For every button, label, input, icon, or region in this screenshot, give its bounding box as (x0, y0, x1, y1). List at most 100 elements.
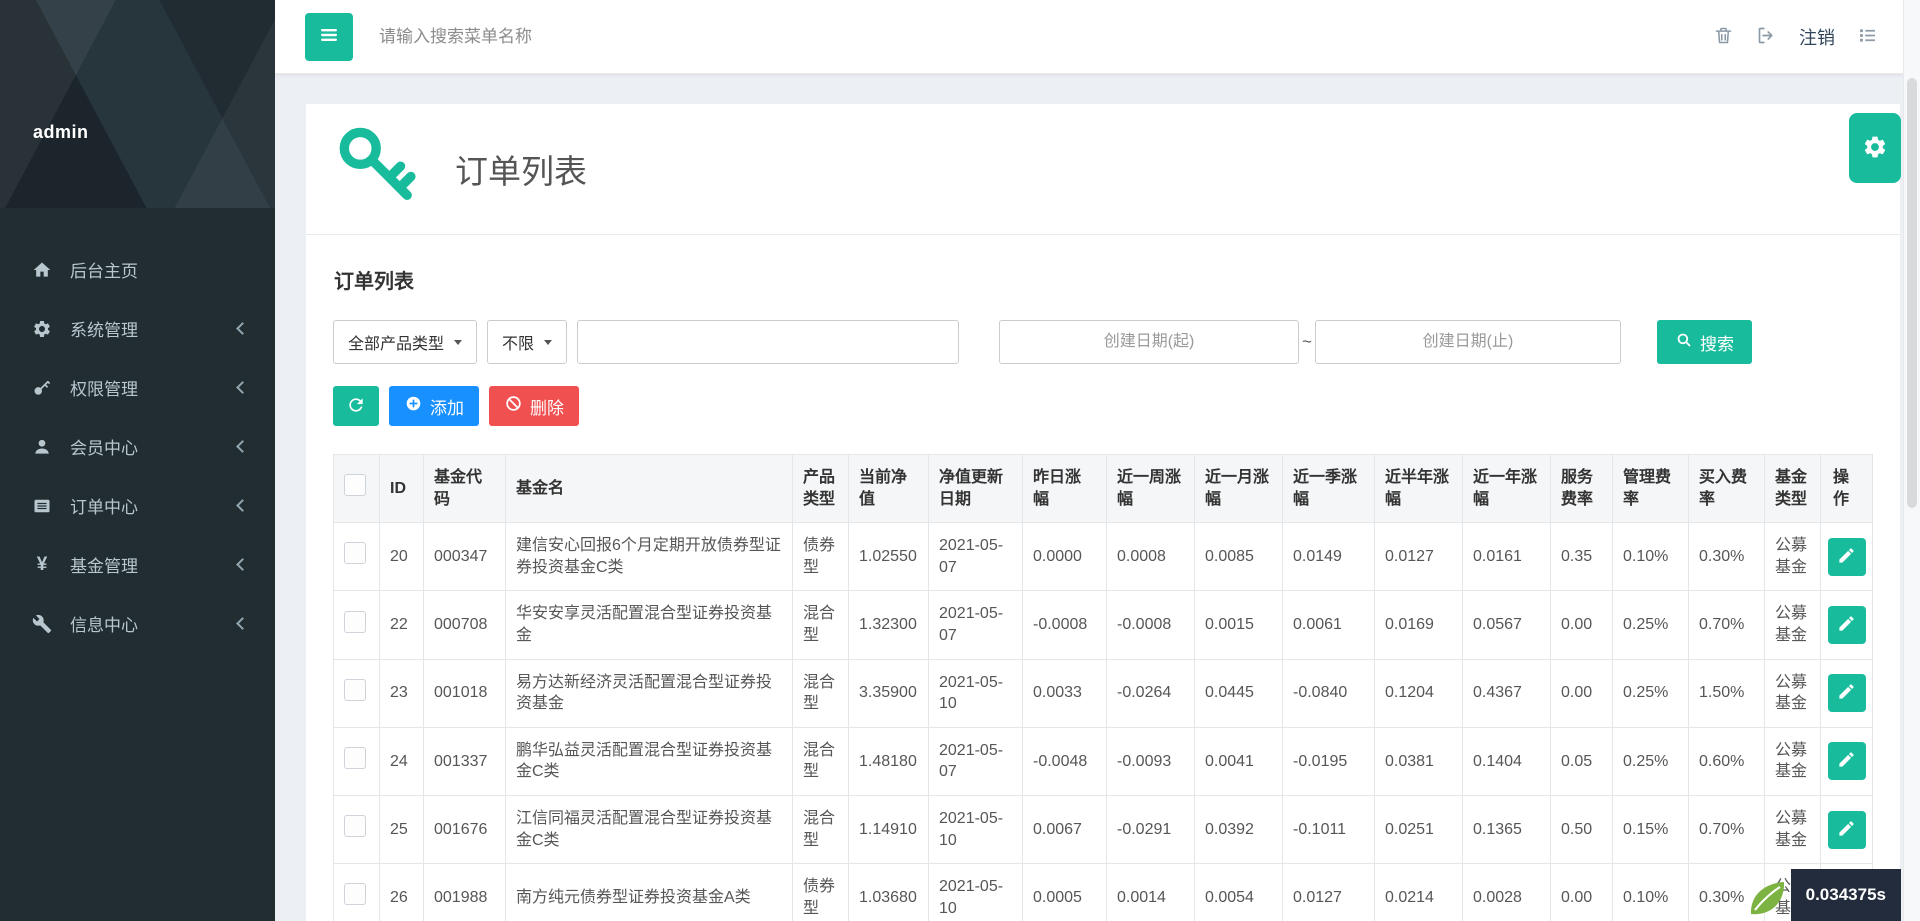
row-checkbox[interactable] (344, 679, 366, 701)
col-nav-update-date: 净值更新日期 (929, 455, 1023, 523)
cell-purchase-fee: 0.70% (1689, 591, 1765, 659)
row-select-cell (334, 864, 380, 921)
row-checkbox[interactable] (344, 815, 366, 837)
row-actions-cell (1821, 727, 1873, 795)
sidebar-item-funds[interactable]: ¥ 基金管理 (0, 535, 275, 594)
sidebar-toggle-button[interactable] (305, 13, 353, 61)
delete-button[interactable]: 删除 (489, 386, 579, 426)
cell-change-yesterday: 0.0033 (1023, 659, 1107, 727)
sidebar-item-home[interactable]: 后台主页 (0, 240, 275, 299)
cell-service-fee: 0.00 (1551, 659, 1613, 727)
sidebar-item-system[interactable]: 系统管理 (0, 299, 275, 358)
cell-nav-update-date: 2021-05-10 (929, 864, 1023, 921)
col-current-nav: 当前净值 (849, 455, 929, 523)
keyword-input[interactable] (577, 320, 959, 364)
search-button[interactable]: 搜索 (1657, 320, 1752, 364)
chevron-left-icon (236, 322, 249, 335)
chevron-left-icon (236, 558, 249, 571)
edit-button[interactable] (1828, 811, 1866, 849)
select-all-checkbox[interactable] (344, 474, 366, 496)
cell-product-type: 混合型 (793, 795, 849, 863)
search-button-label: 搜索 (1700, 330, 1734, 355)
cell-change-1q: -0.0195 (1283, 727, 1375, 795)
cell-change-yesterday: 0.0067 (1023, 795, 1107, 863)
cell-id: 26 (380, 864, 424, 921)
date-start-input[interactable] (999, 320, 1299, 364)
list-toggle-button[interactable] (1857, 25, 1878, 49)
logout-icon (1756, 25, 1777, 49)
col-change-yesterday: 昨日涨幅 (1023, 455, 1107, 523)
trash-button[interactable] (1713, 25, 1734, 49)
cell-change-1w: -0.0008 (1107, 591, 1195, 659)
cell-service-fee: 0.00 (1551, 591, 1613, 659)
edit-button[interactable] (1828, 538, 1866, 576)
gear-icon (1862, 134, 1888, 163)
pencil-icon (1837, 750, 1856, 772)
cell-change-1m: 0.0392 (1195, 795, 1283, 863)
sidebar-item-orders[interactable]: 订单中心 (0, 476, 275, 535)
menu-search-input[interactable] (379, 27, 719, 47)
sidebar-item-label: 订单中心 (70, 493, 238, 518)
row-checkbox[interactable] (344, 747, 366, 769)
product-type-select[interactable]: 全部产品类型 (333, 320, 477, 364)
cell-fund-category: 公募基金 (1765, 795, 1821, 863)
filter-bar: 全部产品类型 不限 ~ 搜索 (306, 320, 1900, 364)
col-fund-category: 基金类型 (1765, 455, 1821, 523)
user-icon (30, 435, 54, 459)
cell-fund-code: 000347 (424, 523, 506, 591)
limit-select[interactable]: 不限 (487, 320, 567, 364)
scrollbar-thumb[interactable] (1907, 78, 1917, 508)
page-title: 订单列表 (455, 145, 587, 193)
search-icon (1675, 331, 1693, 354)
list-alt-icon (1857, 25, 1878, 49)
cell-id: 22 (380, 591, 424, 659)
sidebar-item-member[interactable]: 会员中心 (0, 417, 275, 476)
cell-change-1y: 0.1404 (1463, 727, 1551, 795)
cell-service-fee: 0.05 (1551, 727, 1613, 795)
cell-product-type: 混合型 (793, 659, 849, 727)
col-change-6m: 近半年涨幅 (1375, 455, 1463, 523)
cell-change-1q: -0.0840 (1283, 659, 1375, 727)
sidebar-item-info[interactable]: 信息中心 (0, 594, 275, 653)
sidebar-item-label: 系统管理 (70, 316, 238, 341)
date-end-input[interactable] (1315, 320, 1621, 364)
cell-change-yesterday: 0.0005 (1023, 864, 1107, 921)
refresh-button[interactable] (333, 386, 379, 426)
cell-change-1m: 0.0041 (1195, 727, 1283, 795)
pencil-icon (1837, 546, 1856, 568)
row-checkbox[interactable] (344, 611, 366, 633)
chevron-left-icon (236, 381, 249, 394)
cell-management-fee: 0.25% (1613, 659, 1689, 727)
col-change-1m: 近一月涨幅 (1195, 455, 1283, 523)
col-fund-code: 基金代码 (424, 455, 506, 523)
cell-id: 24 (380, 727, 424, 795)
panel-header: 订单列表 (306, 104, 1900, 234)
edit-button[interactable] (1828, 674, 1866, 712)
trash-icon (1713, 25, 1734, 49)
page-scrollbar[interactable] (1903, 0, 1920, 921)
debug-trace-badge[interactable]: 0.034375s (1745, 869, 1901, 921)
cell-nav-update-date: 2021-05-10 (929, 659, 1023, 727)
table-row: 25001676江信同福灵活配置混合型证券投资基金C类混合型1.14910202… (334, 795, 1873, 863)
settings-fab[interactable] (1849, 113, 1901, 183)
elapsed-time: 0.034375s (1791, 869, 1901, 921)
cell-nav-update-date: 2021-05-10 (929, 795, 1023, 863)
row-select-cell (334, 795, 380, 863)
sidebar-item-permission[interactable]: 权限管理 (0, 358, 275, 417)
row-checkbox[interactable] (344, 883, 366, 905)
cell-change-1m: 0.0085 (1195, 523, 1283, 591)
logout-icon-button[interactable] (1756, 25, 1777, 49)
col-purchase-fee: 买入费率 (1689, 455, 1765, 523)
order-list-panel: 订单列表 订单列表 全部产品类型 不限 ~ 搜索 (306, 104, 1900, 921)
logout-link[interactable]: 注销 (1799, 24, 1835, 50)
refresh-icon (346, 395, 366, 418)
pencil-icon (1837, 819, 1856, 841)
table-row: 22000708华安安享灵活配置混合型证券投资基金混合型1.323002021-… (334, 591, 1873, 659)
funds-table: ID 基金代码 基金名 产品类型 当前净值 净值更新日期 昨日涨幅 近一周涨幅 … (333, 454, 1873, 921)
chevron-left-icon (236, 617, 249, 630)
cell-change-yesterday: -0.0008 (1023, 591, 1107, 659)
row-checkbox[interactable] (344, 542, 366, 564)
add-button[interactable]: 添加 (389, 386, 479, 426)
edit-button[interactable] (1828, 606, 1866, 644)
edit-button[interactable] (1828, 742, 1866, 780)
